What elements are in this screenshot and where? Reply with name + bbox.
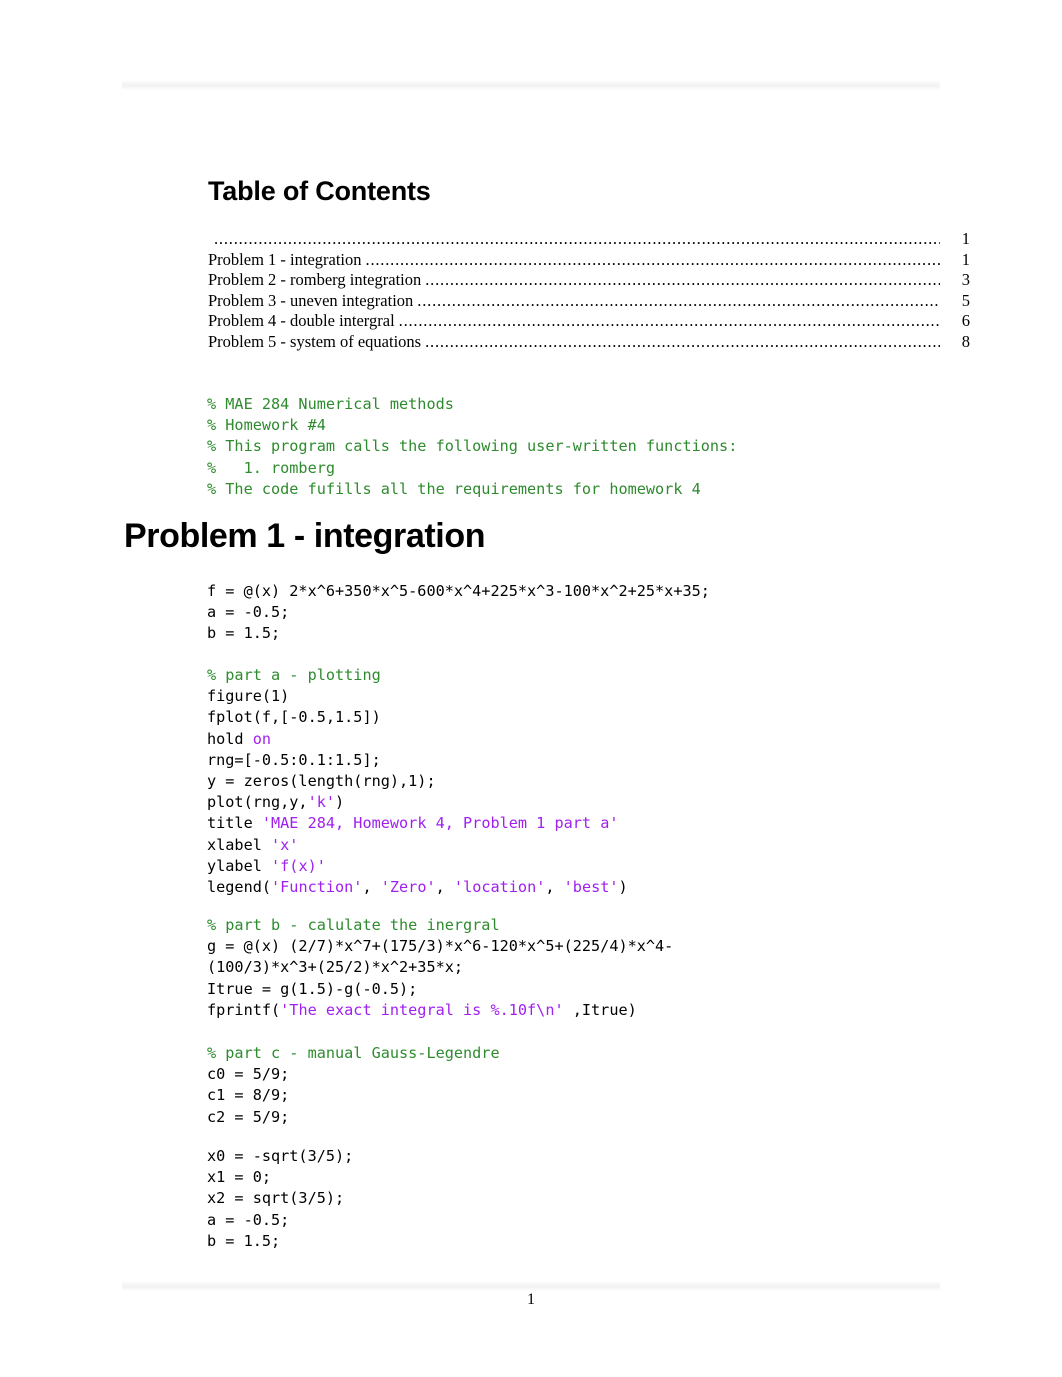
- toc-entry-problem-2[interactable]: Problem 2 - romberg integration ........…: [208, 270, 970, 291]
- code-block-part-b-integral: % part b - calulate the inergral g = @(x…: [207, 915, 673, 1021]
- keyword-token: on: [252, 729, 272, 748]
- toc-dot-leader: ........................................…: [214, 231, 940, 248]
- toc-entry-problem-4[interactable]: Problem 4 - double intergral ...........…: [208, 311, 970, 332]
- code-token: title: [207, 814, 262, 833]
- toc-entry-page: 8: [961, 331, 970, 351]
- toc-entry-page: 3: [961, 270, 970, 290]
- toc-dot-leader: ........................................…: [365, 251, 940, 269]
- code-line: y = zeros(length(rng),1);: [207, 772, 436, 791]
- code-token: ,: [362, 878, 381, 897]
- table-of-contents: ........................................…: [208, 229, 970, 353]
- toc-dot-leader: ........................................…: [425, 333, 940, 351]
- comment-line: % part a - plotting: [207, 666, 381, 684]
- code-block-gauss-nodes: x0 = -sqrt(3/5); x1 = 0; x2 = sqrt(3/5);…: [207, 1146, 353, 1252]
- code-line: plot(rng,y,'k'): [207, 793, 344, 811]
- header-comment-block: % MAE 284 Numerical methods % Homework #…: [207, 394, 737, 500]
- code-line: Itrue = g(1.5)-g(-0.5);: [207, 979, 418, 998]
- toc-entry-problem-1[interactable]: Problem 1 - integration ................…: [208, 250, 970, 271]
- code-line: f = @(x) 2*x^6+350*x^5-600*x^4+225*x^3-1…: [207, 582, 710, 600]
- toc-entry-label: Problem 2 - romberg integration: [208, 270, 422, 290]
- page-header-rule: [122, 80, 940, 90]
- toc-entry-problem-3[interactable]: Problem 3 - uneven integration .........…: [208, 291, 970, 312]
- code-block-part-c-gauss-legendre: % part c - manual Gauss-Legendre c0 = 5/…: [207, 1043, 500, 1128]
- code-line: xlabel 'x': [207, 836, 298, 854]
- string-token: 'location': [453, 878, 546, 897]
- comment-line: % 1. romberg: [207, 458, 336, 477]
- comment-line: % MAE 284 Numerical methods: [207, 395, 454, 413]
- code-line: b = 1.5;: [207, 1231, 281, 1250]
- comment-line: % part c - manual Gauss-Legendre: [207, 1044, 500, 1062]
- code-line: fplot(f,[-0.5,1.5]): [207, 708, 381, 727]
- code-line: hold on: [207, 730, 271, 748]
- comment-line: % The code fufills all the requirements …: [207, 479, 701, 498]
- string-token: 'Zero': [380, 878, 436, 897]
- string-token: 'Function': [271, 878, 363, 897]
- code-line: legend('Function', 'Zero', 'location', '…: [207, 878, 628, 896]
- string-token: 'The exact integral is %.10f\n': [280, 1000, 564, 1019]
- code-token: legend(: [207, 878, 272, 897]
- string-token: 'MAE 284, Homework 4, Problem 1 part a': [261, 814, 619, 833]
- toc-entry-page: 1: [961, 249, 970, 269]
- code-line: fprintf('The exact integral is %.10f\n' …: [207, 1001, 637, 1019]
- comment-line: % Homework #4: [207, 416, 326, 435]
- toc-dot-leader: ........................................…: [398, 313, 940, 330]
- comment-line: % This program calls the following user-…: [207, 437, 738, 456]
- code-token: ,: [435, 878, 454, 897]
- code-line: b = 1.5;: [207, 624, 281, 643]
- code-line: c0 = 5/9;: [207, 1065, 290, 1084]
- code-line: c1 = 8/9;: [207, 1086, 290, 1105]
- code-token: ,: [545, 878, 564, 897]
- code-token: hold: [207, 729, 253, 748]
- toc-entry-label: Problem 1 - integration: [208, 249, 362, 269]
- toc-dot-leader: ........................................…: [425, 272, 940, 289]
- code-line: c2 = 5/9;: [207, 1107, 290, 1126]
- code-line: x0 = -sqrt(3/5);: [207, 1147, 354, 1165]
- page-number: 1: [527, 1291, 535, 1308]
- code-token: ): [335, 793, 345, 812]
- string-token: 'x': [271, 835, 299, 854]
- code-token: ylabel: [207, 856, 272, 875]
- toc-entry-label: Problem 5 - system of equations: [208, 331, 422, 351]
- toc-dot-leader: ........................................…: [417, 292, 940, 310]
- code-line: (100/3)*x^3+(25/2)*x^2+35*x;: [207, 958, 464, 977]
- code-token: plot(rng,y,: [207, 793, 308, 812]
- code-token: ): [618, 878, 628, 897]
- page-title-problem-1: Problem 1 - integration: [124, 517, 486, 555]
- toc-entry-page: 5: [961, 290, 970, 310]
- code-line: figure(1): [207, 687, 290, 706]
- table-of-contents-heading: Table of Contents: [208, 176, 431, 206]
- comment-line: % part b - calulate the inergral: [207, 916, 500, 934]
- code-token: fprintf(: [207, 1000, 281, 1019]
- toc-entry-label: Problem 3 - uneven integration: [208, 290, 414, 310]
- code-line: ylabel 'f(x)': [207, 857, 326, 875]
- code-line: rng=[-0.5:0.1:1.5];: [207, 750, 381, 769]
- code-block-definition: f = @(x) 2*x^6+350*x^5-600*x^4+225*x^3-1…: [207, 581, 710, 645]
- toc-entry-page: 6: [961, 311, 970, 331]
- string-token: 'best': [563, 878, 619, 897]
- string-token: 'f(x)': [271, 856, 326, 875]
- toc-entry-page: 1: [961, 229, 970, 248]
- code-token: xlabel: [207, 835, 272, 854]
- toc-entry-problem-5[interactable]: Problem 5 - system of equations ........…: [208, 332, 970, 353]
- toc-entry-label: Problem 4 - double intergral: [208, 311, 395, 331]
- string-token: 'k': [307, 793, 336, 812]
- code-token: ,Itrue): [563, 1000, 637, 1019]
- code-line: x1 = 0;: [207, 1168, 272, 1187]
- toc-entry[interactable]: ........................................…: [208, 229, 970, 250]
- page-footer-rule: [122, 1281, 940, 1291]
- code-line: a = -0.5;: [207, 1210, 290, 1229]
- code-line: a = -0.5;: [207, 603, 290, 622]
- code-line: g = @(x) (2/7)*x^7+(175/3)*x^6-120*x^5+(…: [207, 937, 674, 956]
- code-line: title 'MAE 284, Homework 4, Problem 1 pa…: [207, 814, 618, 832]
- code-block-part-a-plotting: % part a - plotting figure(1) fplot(f,[-…: [207, 665, 628, 898]
- code-line: x2 = sqrt(3/5);: [207, 1189, 345, 1208]
